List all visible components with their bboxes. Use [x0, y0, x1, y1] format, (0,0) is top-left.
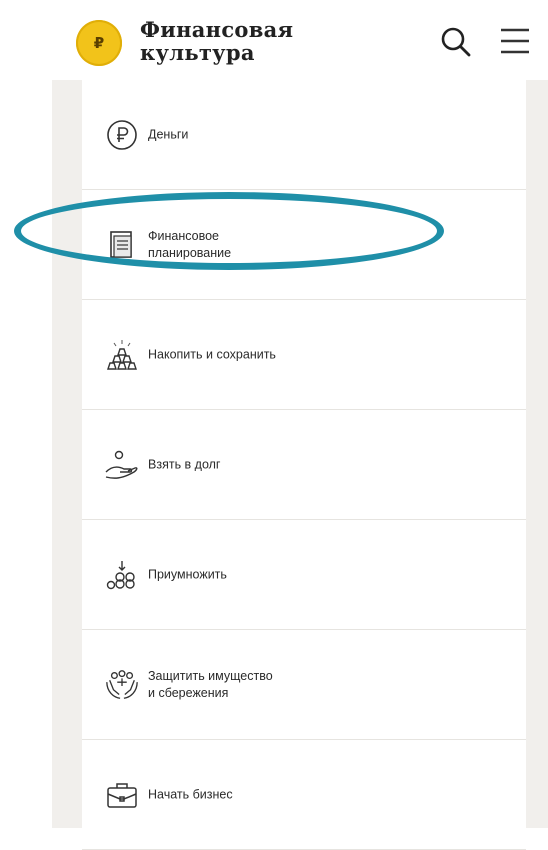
menu-button[interactable] — [498, 24, 532, 58]
briefcase-icon — [104, 777, 140, 813]
hamburger-menu-icon — [501, 28, 529, 54]
search-button[interactable] — [440, 26, 472, 58]
document-icon — [104, 227, 140, 263]
menu-item-financial-planning[interactable]: Финансовое планирование — [82, 190, 526, 300]
logo-line-1: Финансовая — [140, 17, 294, 42]
search-icon — [441, 27, 471, 57]
logo-ruble-symbol: ₽ — [93, 34, 105, 52]
site-logo-text[interactable]: Финансовая культура — [140, 18, 293, 64]
menu-item-label: Финансовое планирование — [148, 228, 232, 260]
logo-coin-icon[interactable]: ₽ — [76, 20, 122, 66]
menu-item-borrow[interactable]: Взять в долг — [82, 410, 526, 520]
ruble-circle-icon — [104, 117, 140, 153]
left-side-panel — [52, 80, 82, 828]
menu-item-label: Взять в долг — [148, 457, 221, 471]
menu-item-label: Начать бизнес — [148, 787, 233, 801]
menu-item-save[interactable]: Накопить и сохранить — [82, 300, 526, 410]
menu-item-label: Приумножить — [148, 567, 227, 581]
logo-line-2: культура — [140, 40, 255, 65]
menu-item-label: Накопить и сохранить — [148, 347, 276, 361]
menu-item-label: Защитить имущество и сбережения — [148, 668, 273, 700]
gold-bars-icon — [104, 337, 140, 373]
app-header: ₽ Финансовая культура — [0, 0, 548, 80]
menu-item-business[interactable]: Начать бизнес — [82, 740, 526, 850]
menu-item-money[interactable]: Деньги — [82, 80, 526, 190]
menu-item-multiply[interactable]: Приумножить — [82, 520, 526, 630]
hand-coin-icon — [104, 447, 140, 483]
coin-stacks-icon — [104, 557, 140, 593]
protect-hands-icon — [104, 667, 140, 703]
menu-item-label: Деньги — [148, 127, 189, 141]
right-side-panel — [526, 80, 548, 828]
category-menu: Деньги Финансовое планирование Накопить … — [82, 80, 526, 850]
menu-item-protect[interactable]: Защитить имущество и сбережения — [82, 630, 526, 740]
